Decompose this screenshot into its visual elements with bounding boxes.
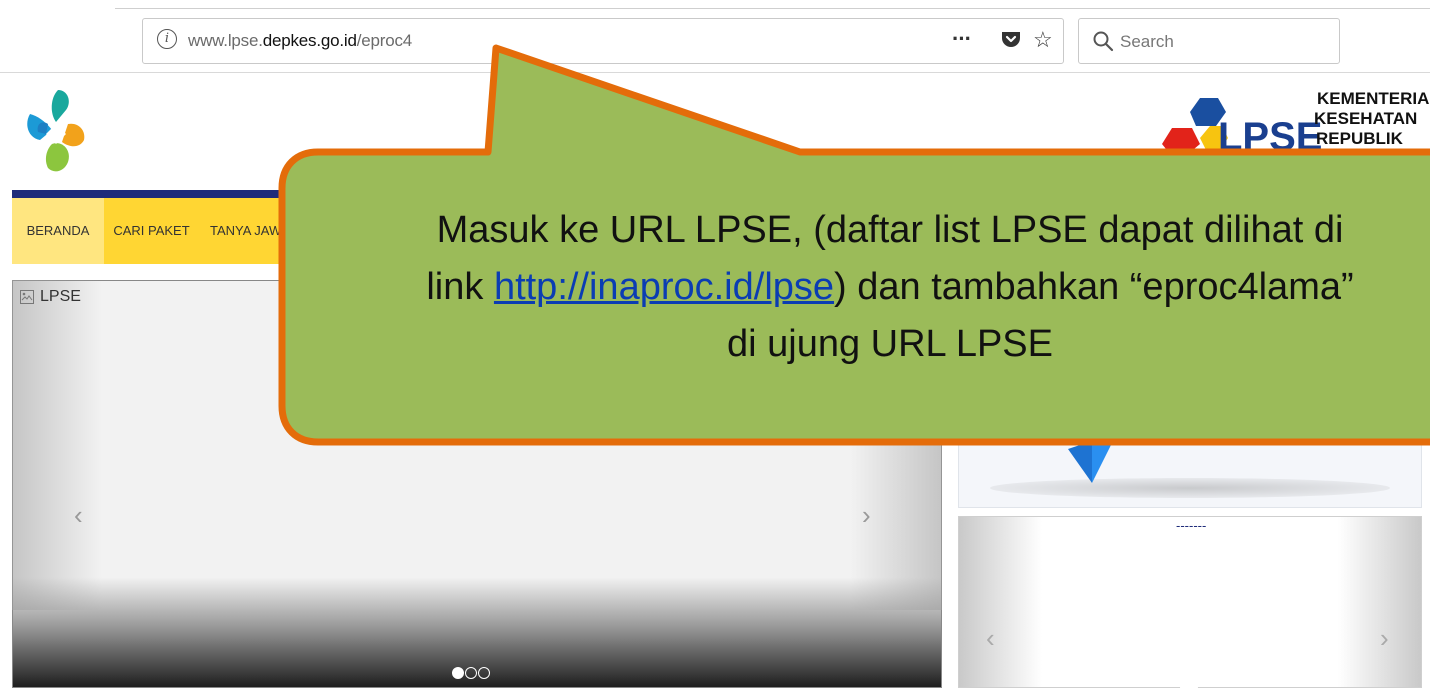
callout-line-2-post: ) dan tambahkan “eproc4lama” [834, 266, 1354, 308]
callout-text: Masuk ke URL LPSE, (daftar list LPSE dap… [290, 202, 1430, 373]
instruction-callout: Masuk ke URL LPSE, (daftar list LPSE dap… [0, 0, 1430, 688]
callout-line-1: Masuk ke URL LPSE, (daftar list LPSE dap… [436, 209, 1344, 251]
callout-line-2: link http://inaproc.id/lpse) dan tambahk… [290, 259, 1430, 316]
callout-line-3: di ujung URL LPSE [726, 323, 1053, 365]
inaproc-link[interactable]: http://inaproc.id/lpse [494, 266, 834, 308]
callout-line-2-pre: link [426, 266, 494, 308]
